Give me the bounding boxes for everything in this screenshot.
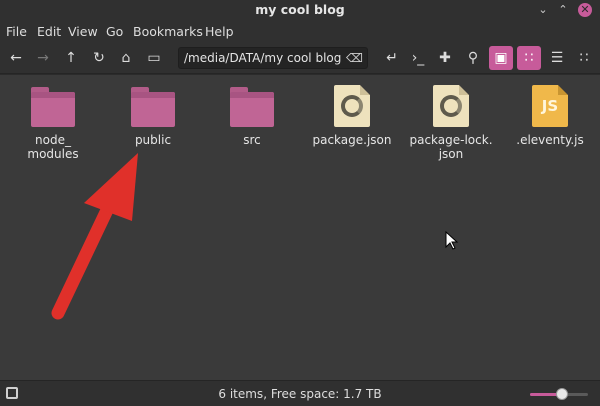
status-bar: 6 items, Free space: 1.7 TB [0, 380, 600, 406]
file-view[interactable]: node_ modules public src package.json pa… [0, 75, 600, 380]
forward-icon[interactable]: → [31, 46, 55, 70]
status-text: 6 items, Free space: 1.7 TB [218, 387, 382, 401]
menu-bookmarks[interactable]: Bookmarks [133, 24, 203, 39]
title-bar: my cool blog ⌄ ⌃ ✕ [0, 0, 600, 20]
search-icon[interactable]: ⚲ [461, 46, 485, 70]
zoom-slider[interactable] [530, 388, 588, 400]
menu-file[interactable]: File [6, 24, 27, 39]
compact-view-icon[interactable]: ∷ [517, 46, 541, 70]
computer-icon[interactable]: ▭ [142, 46, 166, 70]
icon-view-icon[interactable]: ▣ [489, 46, 513, 70]
clear-location-icon[interactable]: ⌫ [346, 51, 363, 65]
toolbar: ← → ↑ ↻ ⌂ ▭ /media/DATA/my cool blog ⌫ ↵… [0, 42, 600, 74]
terminal-icon[interactable]: ›_ [406, 46, 430, 70]
location-path[interactable]: /media/DATA/my cool blog [184, 51, 341, 65]
menu-view[interactable]: View [68, 24, 98, 39]
grid-view-icon[interactable]: ∷ [572, 46, 596, 70]
back-icon[interactable]: ← [4, 46, 28, 70]
menu-help[interactable]: Help [205, 24, 234, 39]
menu-edit[interactable]: Edit [37, 24, 61, 39]
open-terminal-icon[interactable]: ↵ [380, 46, 404, 70]
zoom-slider-handle[interactable] [555, 388, 568, 400]
minimize-icon[interactable]: ⌄ [536, 3, 550, 17]
home-icon[interactable]: ⌂ [114, 46, 138, 70]
new-folder-icon[interactable]: ✚ [433, 46, 457, 70]
location-bar[interactable]: /media/DATA/my cool blog ⌫ [178, 47, 368, 69]
close-icon[interactable]: ✕ [578, 3, 592, 17]
up-icon[interactable]: ↑ [59, 46, 83, 70]
menu-bar: File Edit View Go Bookmarks Help [0, 20, 600, 42]
maximize-icon[interactable]: ⌃ [556, 3, 570, 17]
window-title: my cool blog [255, 2, 345, 17]
list-view-icon[interactable]: ☰ [545, 46, 569, 70]
reload-icon[interactable]: ↻ [87, 46, 111, 70]
mouse-cursor-icon [445, 231, 459, 250]
red-arrow-annotation [51, 153, 138, 320]
menu-go[interactable]: Go [106, 24, 123, 39]
